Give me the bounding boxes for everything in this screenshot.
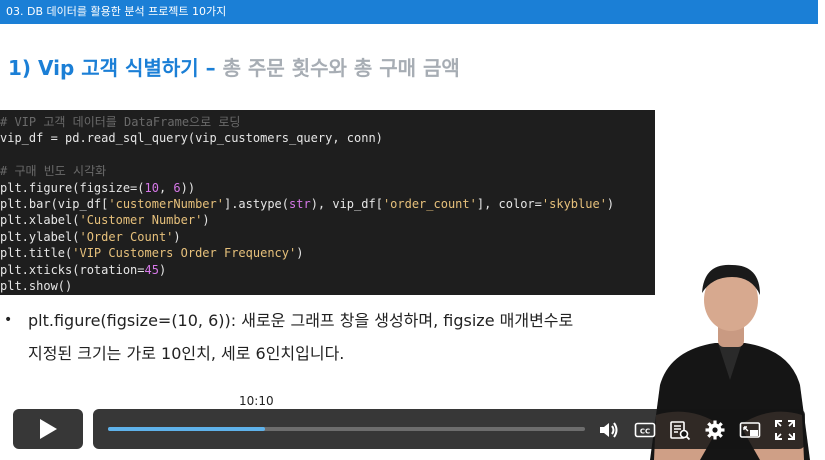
breadcrumb: 03. DB 데이터를 활용한 분석 프로젝트 10가지 xyxy=(6,5,227,18)
code-block: # VIP 고객 데이터를 DataFrame으로 로딩 vip_df = pd.… xyxy=(0,110,655,295)
breadcrumb-bar: 03. DB 데이터를 활용한 분석 프로젝트 10가지 xyxy=(0,0,818,24)
code-token: plt.figure(figsize=( xyxy=(0,180,145,195)
bullet-item: • plt.figure(figsize=(10, 6)): 새로운 그래프 창… xyxy=(4,304,644,370)
volume-button[interactable] xyxy=(598,419,620,441)
code-line: plt.xlabel('Customer Number') xyxy=(0,212,655,228)
code-token: vip_df = pd.read_sql_query(vip_customers… xyxy=(0,131,383,146)
code-line: plt.xticks(rotation=45) xyxy=(0,262,655,278)
code-line: plt.title('VIP Customers Order Frequency… xyxy=(0,245,655,261)
code-token: ), vip_df[ xyxy=(310,196,383,211)
code-line: plt.figure(figsize=(10, 6)) xyxy=(0,180,655,196)
pip-button[interactable] xyxy=(739,419,761,441)
code-token: ) xyxy=(606,196,615,211)
code-line: plt.show() xyxy=(0,278,655,294)
code-line: # VIP 고객 데이터를 DataFrame으로 로딩 xyxy=(0,114,655,130)
code-token: 10 xyxy=(144,180,159,195)
code-token: ].astype( xyxy=(223,196,289,211)
code-line: vip_df = pd.read_sql_query(vip_customers… xyxy=(0,130,655,146)
code-line: plt.ylabel('Order Count') xyxy=(0,229,655,245)
seek-progress xyxy=(108,427,266,431)
captions-icon: CC xyxy=(634,422,656,438)
code-token: , xyxy=(158,180,174,195)
code-line: # 구매 빈도 시각화 xyxy=(0,163,655,179)
bullet-line-1: plt.figure(figsize=(10, 6)): 새로운 그래프 창을 … xyxy=(28,311,574,330)
fullscreen-icon xyxy=(775,420,795,440)
code-token: plt.show() xyxy=(0,278,73,293)
lecture-slide: 03. DB 데이터를 활용한 분석 프로젝트 10가지 1) Vip 고객 식… xyxy=(0,0,818,460)
transcript-icon xyxy=(670,421,691,441)
code-token: ], color= xyxy=(476,196,542,211)
code-token: 'skyblue' xyxy=(541,196,607,211)
pip-icon xyxy=(739,422,761,438)
code-token: 'customerNumber' xyxy=(108,196,224,211)
code-token: 'Customer Number' xyxy=(79,213,203,228)
code-token: ) xyxy=(296,246,304,261)
slide-title-rest: 총 주문 횟수와 총 구매 금액 xyxy=(215,56,460,80)
volume-icon xyxy=(600,422,618,438)
code-token: 'VIP Customers Order Frequency' xyxy=(72,246,297,261)
code-token: ) xyxy=(158,262,167,277)
bullet-line-2: 지정된 크기는 가로 10인치, 세로 6인치입니다. xyxy=(28,344,345,363)
seek-bar[interactable] xyxy=(108,427,585,431)
code-token: # VIP 고객 데이터를 DataFrame으로 로딩 xyxy=(0,115,241,129)
code-token: 'Order Count' xyxy=(79,229,174,244)
code-token: str xyxy=(289,196,311,211)
code-token: )) xyxy=(180,180,196,195)
bullet-marker: • xyxy=(4,312,13,328)
slide-title-highlight: 1) Vip 고객 식별하기 – xyxy=(8,56,216,80)
code-token: plt.ylabel( xyxy=(0,229,80,244)
slide-title: 1) Vip 고객 식별하기 – 총 주문 횟수와 총 구매 금액 xyxy=(8,52,460,81)
svg-text:CC: CC xyxy=(640,428,650,436)
code-token: plt.title( xyxy=(0,246,73,261)
code-token: plt.xlabel( xyxy=(0,213,80,228)
play-button[interactable] xyxy=(13,409,83,449)
code-line: plt.bar(vip_df['customerNumber'].astype(… xyxy=(0,196,655,212)
settings-button[interactable] xyxy=(704,419,726,441)
code-token: ) xyxy=(202,213,210,228)
code-token: 45 xyxy=(144,262,159,277)
code-token: ) xyxy=(173,229,181,244)
play-icon xyxy=(40,419,57,439)
captions-button[interactable]: CC xyxy=(634,419,656,441)
code-token: plt.xticks(rotation= xyxy=(0,262,145,277)
code-token: 'order_count' xyxy=(382,196,477,211)
code-token: 6 xyxy=(173,180,181,195)
code-token: # 구매 빈도 시각화 xyxy=(0,164,107,179)
transcript-button[interactable] xyxy=(669,419,691,441)
fullscreen-button[interactable] xyxy=(774,419,796,441)
settings-icon xyxy=(705,420,725,440)
code-token: plt.bar(vip_df[ xyxy=(0,196,109,211)
